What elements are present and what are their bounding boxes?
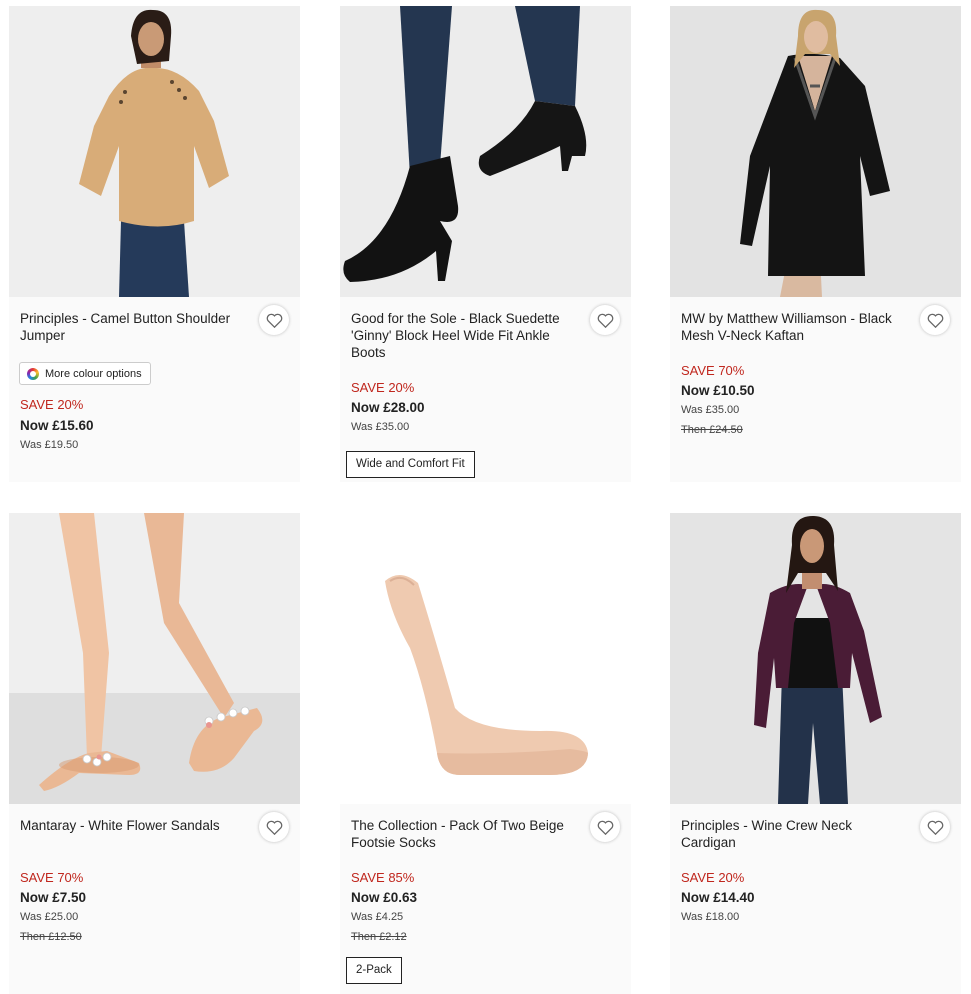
- wishlist-heart-button[interactable]: [920, 305, 950, 335]
- was-price: Was £35.00: [351, 421, 410, 433]
- wishlist-heart-button[interactable]: [259, 305, 289, 335]
- save-percentage: SAVE 20%: [351, 380, 415, 395]
- product-image[interactable]: [340, 513, 631, 804]
- more-colour-options-label: More colour options: [45, 367, 142, 380]
- product-image[interactable]: [340, 6, 631, 297]
- heart-icon: [266, 820, 282, 835]
- wishlist-heart-button[interactable]: [590, 812, 620, 842]
- wishlist-heart-button[interactable]: [920, 812, 950, 842]
- heart-icon: [927, 820, 943, 835]
- product-title[interactable]: The Collection - Pack Of Two Beige Foots…: [351, 817, 571, 851]
- heart-icon: [927, 313, 943, 328]
- product-image[interactable]: [670, 513, 961, 804]
- heart-icon: [597, 820, 613, 835]
- heart-icon: [597, 313, 613, 328]
- now-price: Now £0.63: [351, 890, 418, 905]
- pack-badge: 2-Pack: [346, 957, 402, 984]
- heart-icon: [266, 313, 282, 328]
- save-percentage: SAVE 85%: [351, 870, 415, 885]
- save-percentage: SAVE 70%: [681, 363, 745, 378]
- product-image[interactable]: [670, 6, 961, 297]
- product-title[interactable]: Good for the Sole - Black Suedette 'Ginn…: [351, 310, 571, 361]
- more-colour-options-button[interactable]: More colour options: [19, 362, 151, 385]
- save-percentage: SAVE 20%: [20, 397, 84, 412]
- fit-badge: Wide and Comfort Fit: [346, 451, 475, 478]
- now-price: Now £14.40: [681, 890, 755, 905]
- product-title[interactable]: Principles - Wine Crew Neck Cardigan: [681, 817, 901, 851]
- product-image[interactable]: [9, 513, 300, 804]
- product-card[interactable]: The Collection - Pack Of Two Beige Foots…: [340, 513, 631, 994]
- product-image[interactable]: [9, 6, 300, 297]
- product-card[interactable]: Mantaray - White Flower Sandals SAVE 70%…: [9, 513, 300, 994]
- product-card[interactable]: MW by Matthew Williamson - Black Mesh V-…: [670, 6, 961, 482]
- now-price: Now £10.50: [681, 383, 755, 398]
- product-card[interactable]: Principles - Wine Crew Neck Cardigan SAV…: [670, 513, 961, 994]
- was-price: Was £18.00: [681, 911, 740, 923]
- product-title[interactable]: Principles - Camel Button Shoulder Jumpe…: [20, 310, 240, 344]
- was-price: Was £35.00: [681, 404, 740, 416]
- colour-wheel-icon: [27, 367, 39, 380]
- was-price: Was £25.00: [20, 911, 79, 923]
- now-price: Now £15.60: [20, 418, 94, 433]
- now-price: Now £7.50: [20, 890, 87, 905]
- wishlist-heart-button[interactable]: [590, 305, 620, 335]
- product-card[interactable]: Good for the Sole - Black Suedette 'Ginn…: [340, 6, 631, 482]
- then-price: Then £2.12: [351, 931, 407, 943]
- now-price: Now £28.00: [351, 400, 425, 415]
- was-price: Was £4.25: [351, 911, 404, 923]
- product-title[interactable]: Mantaray - White Flower Sandals: [20, 817, 240, 834]
- was-price: Was £19.50: [20, 439, 79, 451]
- product-title[interactable]: MW by Matthew Williamson - Black Mesh V-…: [681, 310, 901, 344]
- save-percentage: SAVE 70%: [20, 870, 84, 885]
- then-price: Then £24.50: [681, 424, 743, 436]
- then-price: Then £12.50: [20, 931, 82, 943]
- wishlist-heart-button[interactable]: [259, 812, 289, 842]
- save-percentage: SAVE 20%: [681, 870, 745, 885]
- product-card[interactable]: Principles - Camel Button Shoulder Jumpe…: [9, 6, 300, 482]
